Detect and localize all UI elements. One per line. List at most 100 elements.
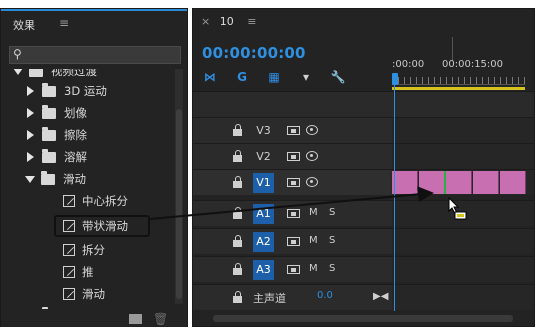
- video-clip[interactable]: [392, 171, 418, 194]
- track-header: V3: [193, 118, 390, 143]
- sync-lock-icon[interactable]: [287, 265, 300, 274]
- mute-button[interactable]: M: [309, 235, 318, 246]
- sequence-name[interactable]: 10: [220, 15, 234, 28]
- tree-effect-center-split[interactable]: 中心拆分: [63, 191, 128, 211]
- lock-icon[interactable]: [233, 291, 243, 303]
- chevron-right-icon[interactable]: [27, 108, 34, 118]
- eye-icon[interactable]: [306, 177, 318, 187]
- effects-panel: 效果 ≡ ⚲ 视频过渡 3D 运动 划像 擦除 溶解 滑动 中心拆分 带状滑动 …: [0, 8, 188, 327]
- track-header: A2 M S: [193, 229, 390, 254]
- lock-icon[interactable]: [233, 235, 243, 247]
- effects-panel-title[interactable]: 效果: [13, 17, 35, 33]
- lock-icon[interactable]: [233, 124, 243, 136]
- track-lane[interactable]: [392, 144, 534, 169]
- eye-icon[interactable]: [306, 151, 318, 161]
- close-icon[interactable]: ×: [201, 15, 210, 28]
- timeline-scrollbar[interactable]: [193, 311, 534, 326]
- work-area-bar[interactable]: [392, 87, 525, 90]
- track-lane[interactable]: [392, 229, 534, 254]
- mute-button[interactable]: M: [309, 207, 318, 218]
- chevron-right-icon[interactable]: [27, 86, 34, 96]
- tree-folder-wipe[interactable]: 擦除: [27, 125, 87, 145]
- tree-label: 溶解: [64, 150, 87, 164]
- hamburger-icon[interactable]: ≡: [247, 15, 256, 28]
- marker-icon[interactable]: ▾: [299, 70, 313, 84]
- lock-icon[interactable]: [233, 263, 243, 275]
- tree-effect-split[interactable]: 拆分: [63, 240, 105, 260]
- track-target-v1[interactable]: V1: [253, 173, 274, 193]
- trash-icon[interactable]: 🗑: [153, 312, 168, 326]
- master-end-icon[interactable]: ▶◀: [373, 291, 388, 302]
- tree-folder-slide[interactable]: 滑动: [25, 169, 86, 189]
- lock-icon[interactable]: [233, 150, 243, 162]
- video-clip[interactable]: [419, 171, 445, 194]
- chevron-right-icon[interactable]: [27, 130, 34, 140]
- sync-lock-icon[interactable]: [287, 237, 300, 246]
- timeline-toolbar: ⋈ G ▦ ▾ 🔧: [203, 69, 363, 85]
- tree-label: 滑动: [82, 287, 105, 301]
- tree-label: 缩放: [64, 307, 87, 309]
- chevron-down-icon[interactable]: [13, 69, 23, 75]
- sync-lock-icon[interactable]: [287, 152, 300, 161]
- transition-icon: [63, 266, 75, 278]
- track-v2: V2: [193, 143, 534, 169]
- hamburger-icon[interactable]: ≡: [59, 16, 69, 30]
- search-input[interactable]: ⚲: [9, 46, 181, 64]
- track-lane[interactable]: [392, 257, 534, 282]
- chevron-down-icon[interactable]: [25, 175, 35, 183]
- sync-lock-icon[interactable]: [287, 209, 300, 218]
- track-header: 主声道 0.0 ▶◀: [193, 285, 390, 310]
- video-clip[interactable]: [446, 171, 472, 194]
- lock-icon[interactable]: [233, 176, 243, 188]
- track-target-a3[interactable]: A3: [253, 260, 274, 280]
- folder-icon[interactable]: [129, 314, 142, 324]
- video-clip[interactable]: [473, 171, 499, 194]
- tree-effect-band-slide[interactable]: 带状滑动: [63, 216, 128, 236]
- linked-selection-icon[interactable]: G: [235, 70, 249, 84]
- folder-icon: [42, 82, 56, 97]
- track-lane[interactable]: [392, 170, 534, 195]
- lock-icon[interactable]: [233, 207, 243, 219]
- search-icon: ⚲: [13, 47, 22, 61]
- tree-folder-dissolve[interactable]: 溶解: [27, 147, 87, 167]
- mute-button[interactable]: M: [309, 263, 318, 274]
- timeline-panel: × 10 ≡ 00:00:00:00 ⋈ G ▦ ▾ 🔧 :00:00 00:0…: [192, 8, 535, 327]
- track-target-a1[interactable]: A1: [253, 204, 274, 224]
- tree-label: 拆分: [82, 243, 105, 257]
- effects-scrollbar[interactable]: [175, 69, 183, 304]
- sync-lock-icon[interactable]: [287, 126, 300, 135]
- timeline-tab[interactable]: × 10 ≡: [201, 15, 256, 28]
- track-target-v2[interactable]: V2: [253, 147, 274, 167]
- tree-label: 划像: [64, 106, 87, 120]
- video-clip[interactable]: [500, 171, 526, 194]
- timecode-display[interactable]: 00:00:00:00: [202, 44, 306, 62]
- tree-effect-push[interactable]: 推: [63, 262, 94, 282]
- time-ruler[interactable]: :00:00 00:00:15:00: [392, 37, 525, 91]
- solo-button[interactable]: S: [329, 207, 335, 218]
- track-lane[interactable]: [392, 118, 534, 143]
- scrollbar-thumb[interactable]: [176, 109, 182, 299]
- track-a3: A3 M S: [193, 256, 534, 282]
- eye-icon[interactable]: [306, 125, 318, 135]
- add-marker-icon[interactable]: ▦: [267, 70, 281, 84]
- tree-folder-video-transitions[interactable]: 视频过渡: [13, 69, 97, 81]
- wrench-icon[interactable]: 🔧: [331, 70, 346, 84]
- tree-label: 推: [82, 265, 94, 279]
- playhead-handle[interactable]: [392, 73, 398, 85]
- solo-button[interactable]: S: [329, 263, 335, 274]
- snap-icon[interactable]: ⋈: [203, 70, 217, 84]
- track-target-v3[interactable]: V3: [253, 121, 274, 141]
- ruler-divider: [452, 37, 453, 61]
- sync-lock-icon[interactable]: [287, 178, 300, 187]
- chevron-right-icon[interactable]: [27, 152, 34, 162]
- tree-folder-iris[interactable]: 划像: [27, 103, 87, 123]
- track-lane[interactable]: [392, 285, 534, 310]
- track-header: V2: [193, 144, 390, 169]
- master-volume-value[interactable]: 0.0: [317, 290, 333, 301]
- tree-folder-zoom[interactable]: 缩放: [27, 305, 87, 309]
- tree-folder-3d-motion[interactable]: 3D 运动: [27, 81, 107, 101]
- solo-button[interactable]: S: [329, 235, 335, 246]
- tree-effect-slide[interactable]: 滑动: [63, 284, 105, 304]
- scrollbar-thumb[interactable]: [213, 315, 513, 322]
- track-target-a2[interactable]: A2: [253, 232, 274, 252]
